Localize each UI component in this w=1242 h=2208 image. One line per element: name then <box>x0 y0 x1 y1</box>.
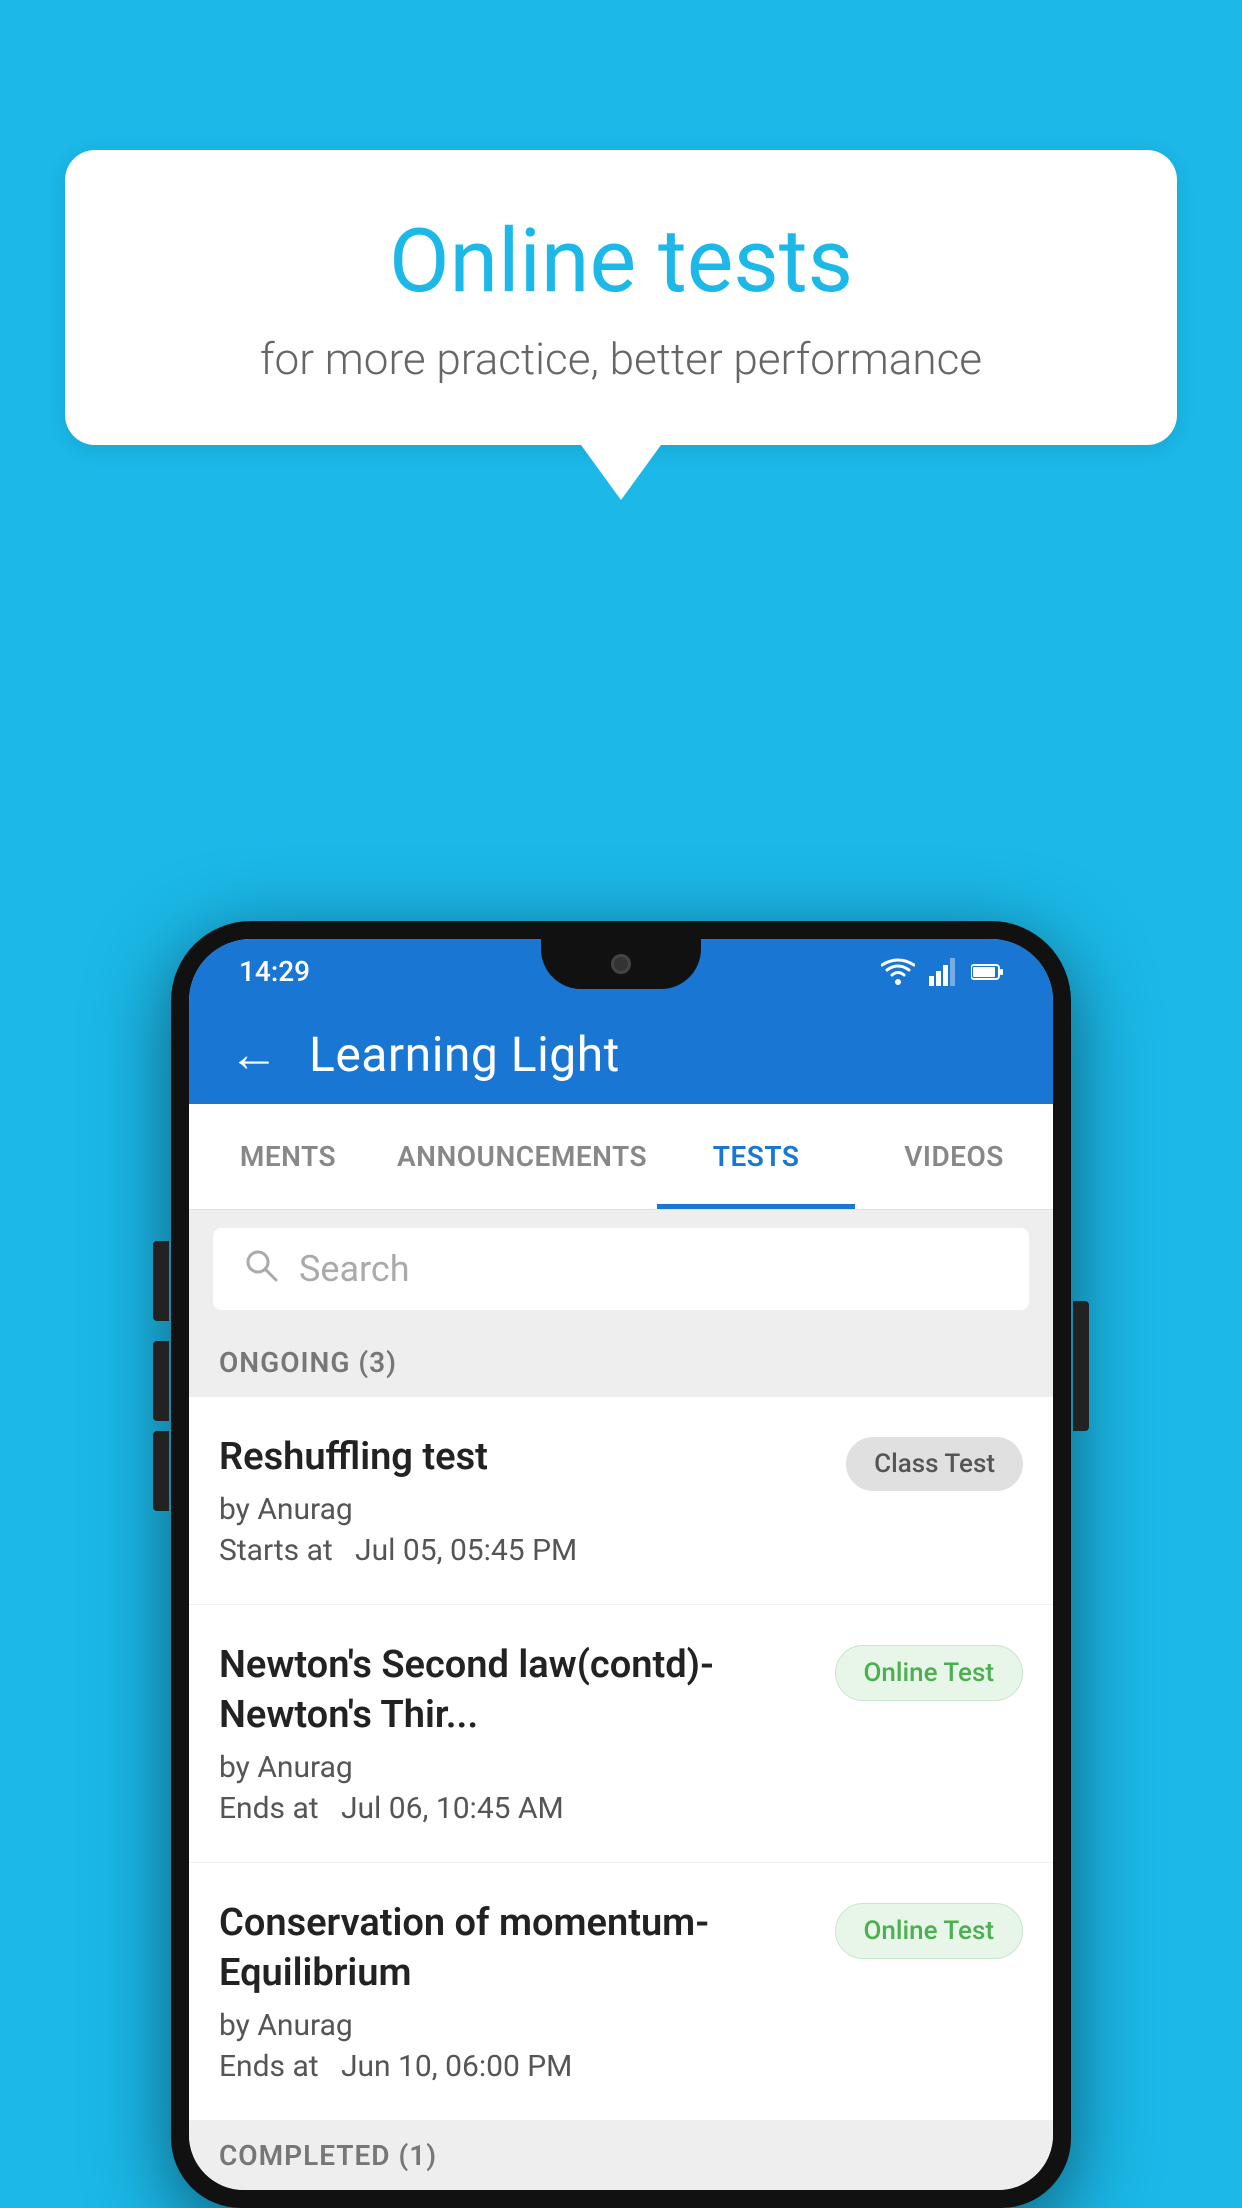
tests-list: Reshuffling test by Anurag Starts at Jul… <box>189 1397 1053 2121</box>
search-icon <box>243 1247 279 1292</box>
section-ongoing-header: ONGOING (3) <box>189 1328 1053 1397</box>
section-completed-header: COMPLETED (1) <box>189 2121 1053 2190</box>
test-info-3: Conservation of momentum-Equilibrium by … <box>219 1899 835 2084</box>
app-title: Learning Light <box>309 1026 620 1083</box>
wifi-icon <box>881 958 915 986</box>
test-info-2: Newton's Second law(contd)-Newton's Thir… <box>219 1641 835 1826</box>
test-info-1: Reshuffling test by Anurag Starts at Jul… <box>219 1433 846 1568</box>
tabs-container: MENTS ANNOUNCEMENTS TESTS VIDEOS <box>189 1104 1053 1210</box>
test-time-2: Ends at Jul 06, 10:45 AM <box>219 1791 815 1826</box>
notch <box>541 939 701 989</box>
camera <box>611 954 631 974</box>
bubble-subtitle: for more practice, better performance <box>145 333 1097 385</box>
search-container: Search <box>189 1210 1053 1328</box>
tab-videos[interactable]: VIDEOS <box>855 1104 1053 1209</box>
speech-bubble: Online tests for more practice, better p… <box>65 150 1177 445</box>
bubble-title: Online tests <box>145 210 1097 313</box>
test-item-conservation[interactable]: Conservation of momentum-Equilibrium by … <box>189 1863 1053 2121</box>
badge-online-test-3: Online Test <box>835 1903 1024 1959</box>
speech-bubble-container: Online tests for more practice, better p… <box>65 150 1177 500</box>
phone: 14:29 <box>171 921 1071 2208</box>
phone-screen: 14:29 <box>189 939 1053 2190</box>
status-icons <box>881 958 1003 986</box>
test-item-reshuffling[interactable]: Reshuffling test by Anurag Starts at Jul… <box>189 1397 1053 1605</box>
search-bar[interactable]: Search <box>213 1228 1029 1310</box>
test-title-2: Newton's Second law(contd)-Newton's Thir… <box>219 1641 815 1740</box>
search-placeholder: Search <box>299 1248 410 1290</box>
back-button[interactable]: ← <box>229 1025 279 1084</box>
test-time-1: Starts at Jul 05, 05:45 PM <box>219 1533 826 1568</box>
badge-online-test-2: Online Test <box>835 1645 1024 1701</box>
test-author-1: by Anurag <box>219 1492 826 1527</box>
top-bar: ← Learning Light <box>189 1004 1053 1104</box>
status-bar: 14:29 <box>189 939 1053 1004</box>
bubble-arrow <box>581 445 661 500</box>
test-title-1: Reshuffling test <box>219 1433 826 1482</box>
status-time: 14:29 <box>239 955 310 988</box>
battery-icon <box>971 963 1003 981</box>
test-author-2: by Anurag <box>219 1750 815 1785</box>
badge-class-test-1: Class Test <box>846 1437 1023 1491</box>
test-time-3: Ends at Jun 10, 06:00 PM <box>219 2049 815 2084</box>
test-item-newton[interactable]: Newton's Second law(contd)-Newton's Thir… <box>189 1605 1053 1863</box>
tab-ments[interactable]: MENTS <box>189 1104 387 1209</box>
test-title-3: Conservation of momentum-Equilibrium <box>219 1899 815 1998</box>
phone-wrapper: 14:29 <box>171 921 1071 2208</box>
tab-announcements[interactable]: ANNOUNCEMENTS <box>387 1104 657 1209</box>
tab-tests[interactable]: TESTS <box>657 1104 855 1209</box>
test-author-3: by Anurag <box>219 2008 815 2043</box>
signal-icon <box>929 958 957 986</box>
